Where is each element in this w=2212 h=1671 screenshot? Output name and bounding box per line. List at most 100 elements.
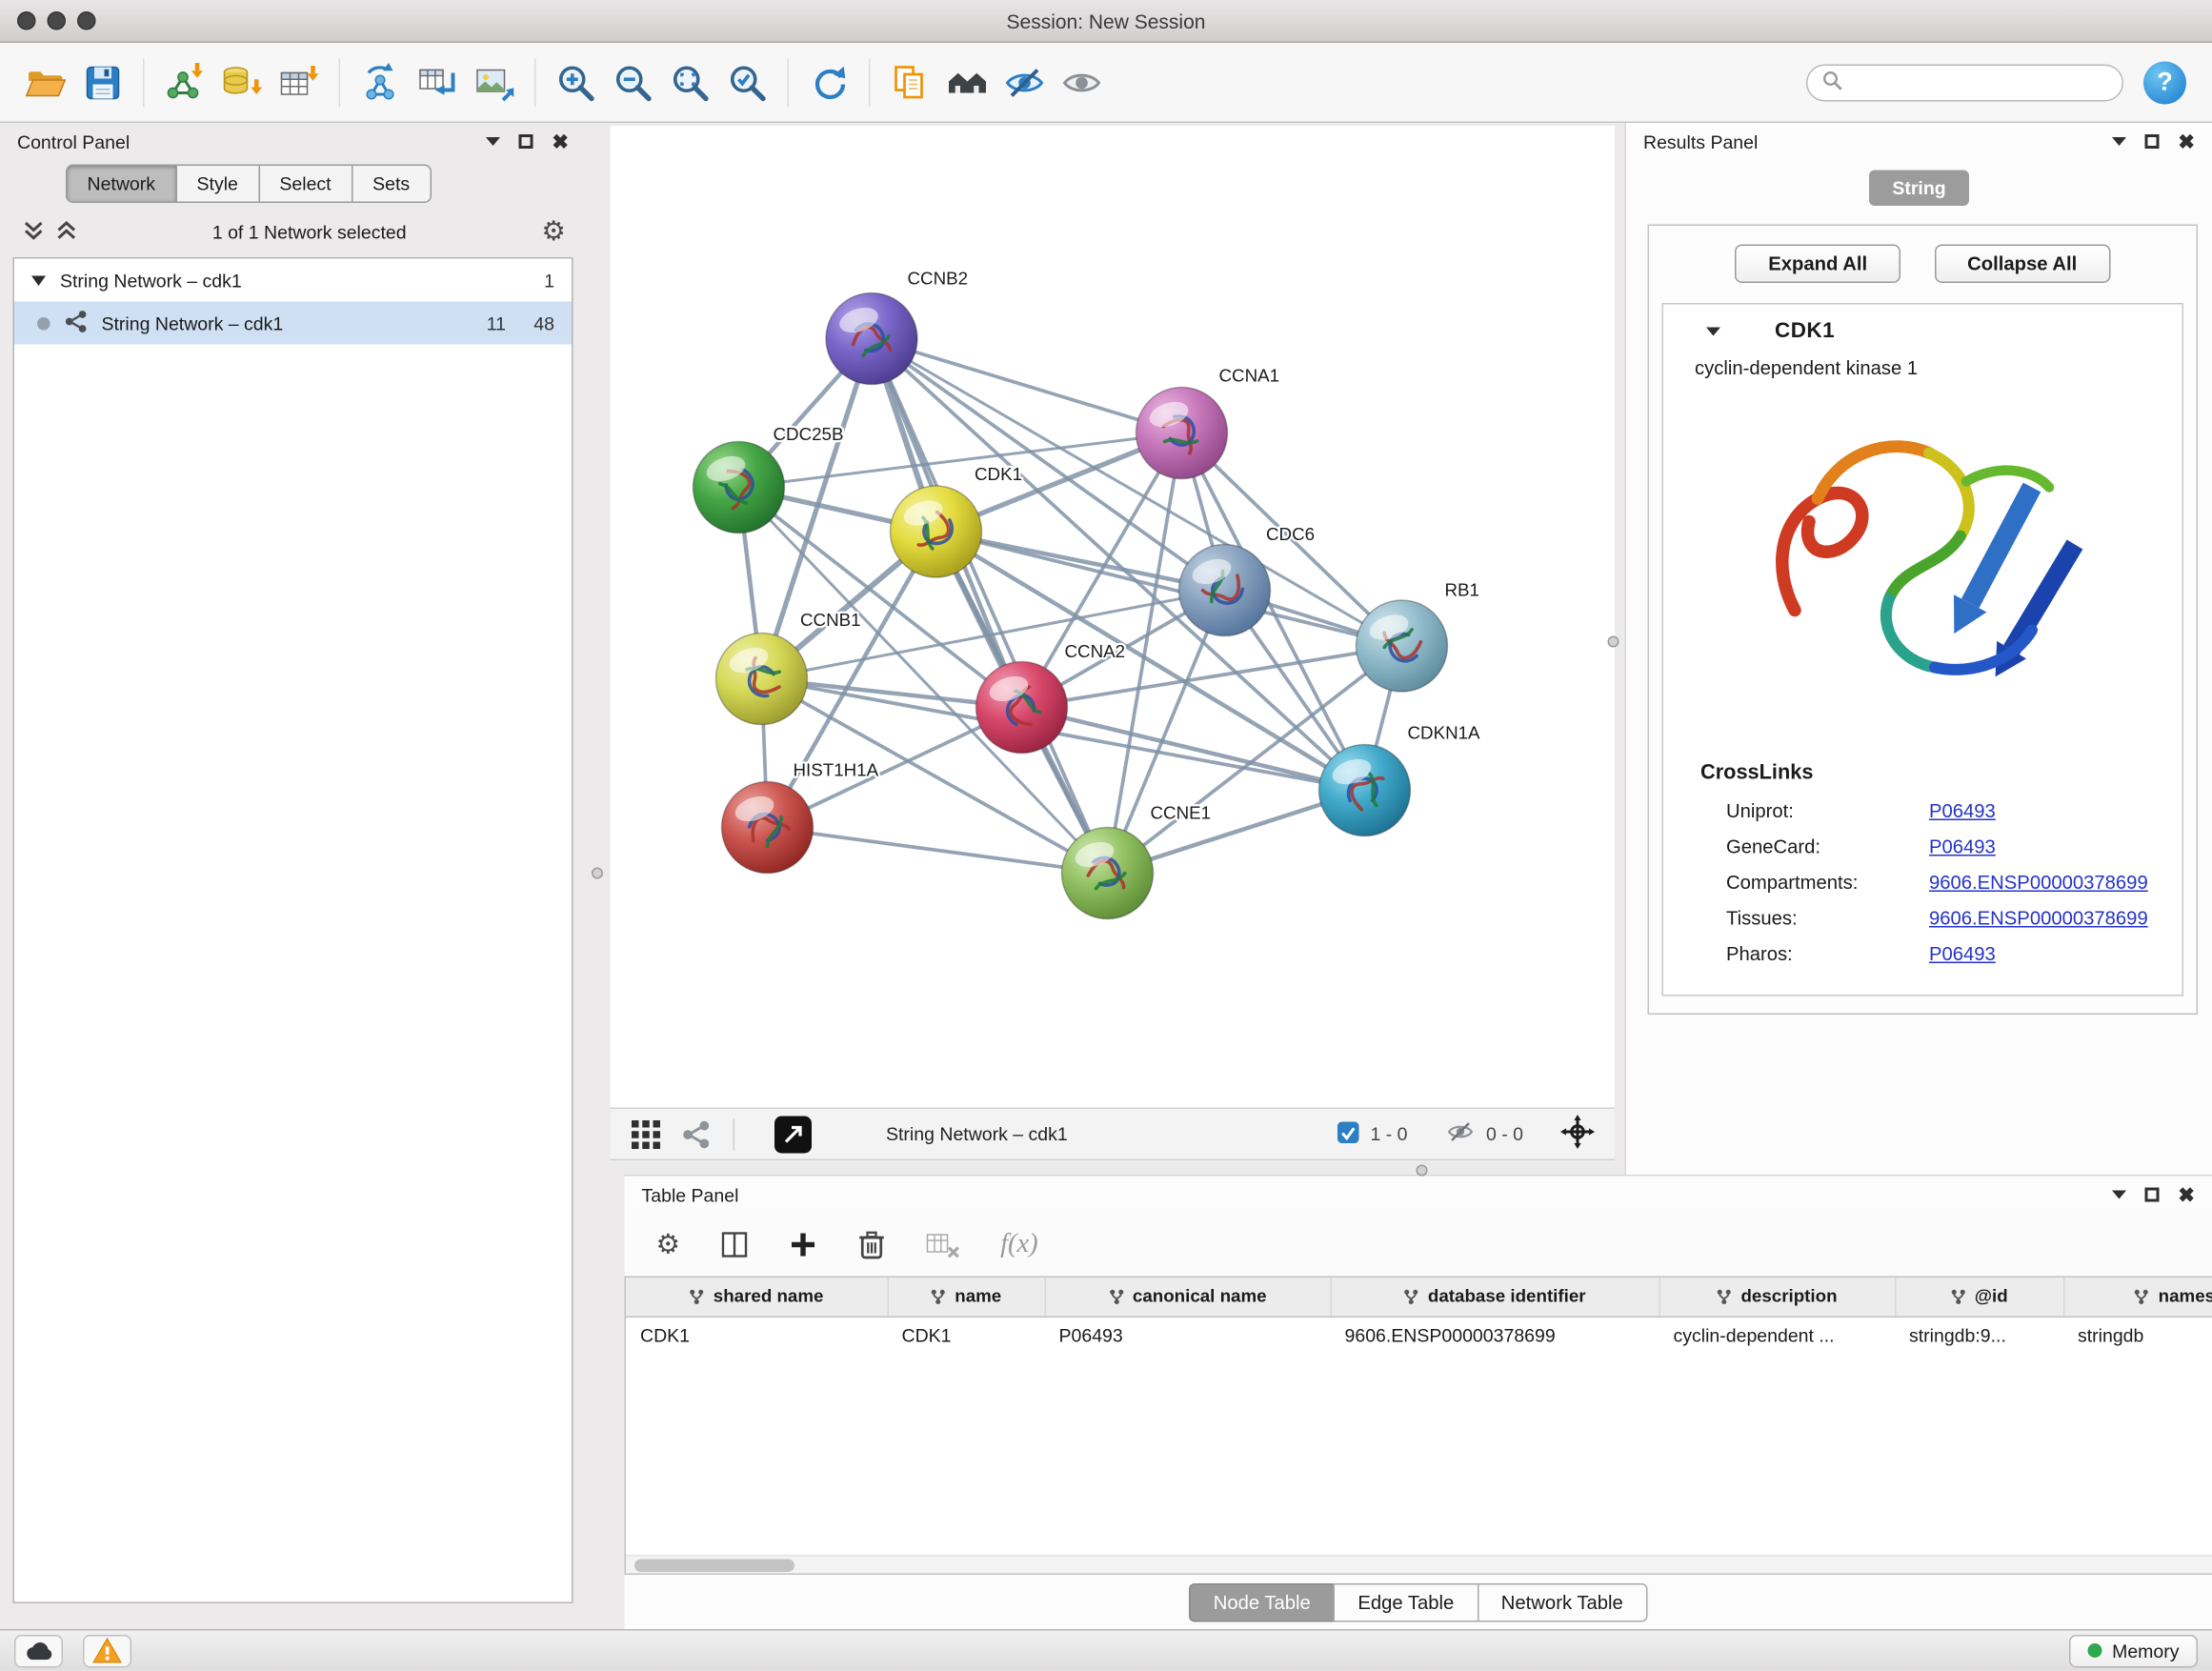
close-window-button[interactable] [17, 11, 36, 30]
cell-namespace[interactable]: stringdb [2063, 1317, 2212, 1354]
cell-database-identifier[interactable]: 9606.ENSP00000378699 [1331, 1317, 1659, 1354]
column-header-canonical-name[interactable]: canonical name [1045, 1278, 1331, 1317]
search-input[interactable] [1852, 71, 2108, 93]
tab-edge-table[interactable]: Edge Table [1334, 1583, 1478, 1622]
float-panel-icon[interactable] [2145, 134, 2160, 149]
column-header-shared-name[interactable]: shared name [626, 1278, 888, 1317]
memory-button[interactable]: Memory [2069, 1635, 2198, 1668]
right-splitter-handle[interactable] [1608, 636, 1619, 648]
cell-name[interactable]: CDK1 [888, 1317, 1045, 1354]
expand-all-networks-icon[interactable] [23, 219, 45, 247]
export-image-icon[interactable] [466, 50, 523, 113]
warnings-button[interactable] [83, 1635, 131, 1668]
tab-style[interactable]: Style [175, 165, 259, 204]
network-node-CCNA2[interactable] [976, 662, 1068, 754]
function-builder-icon[interactable]: f(x) [1000, 1229, 1038, 1260]
import-network-from-file-icon[interactable] [156, 50, 213, 113]
network-node-RB1[interactable] [1357, 600, 1448, 692]
search-box[interactable] [1806, 64, 2123, 101]
hidden-items-eye-icon[interactable] [1444, 1117, 1476, 1151]
pharos-link[interactable]: P06493 [1929, 943, 1996, 965]
zoom-fit-content-icon[interactable] [662, 50, 719, 113]
add-column-icon[interactable] [789, 1231, 817, 1259]
show-columns-icon[interactable] [720, 1231, 749, 1259]
left-splitter-handle[interactable] [592, 868, 603, 879]
network-node-CCNE1[interactable] [1062, 828, 1154, 919]
column-header-database-identifier[interactable]: database identifier [1331, 1278, 1659, 1317]
new-network-from-selection-icon[interactable] [409, 50, 466, 113]
selected-items-checkbox-icon[interactable] [1336, 1119, 1360, 1148]
column-header-id[interactable]: @id [1895, 1278, 2063, 1317]
genecard-link[interactable]: P06493 [1929, 836, 1996, 858]
column-header-description[interactable]: description [1659, 1278, 1896, 1317]
tab-select[interactable]: Select [258, 165, 352, 204]
column-header-namespace[interactable]: namespace [2063, 1278, 2212, 1317]
results-tab-string[interactable]: String [1869, 171, 1968, 207]
hide-selected-icon[interactable] [996, 50, 1054, 113]
edge-HIST1H1A-CCNE1[interactable] [768, 828, 1108, 874]
cell-description[interactable]: cyclin-dependent ... [1659, 1317, 1896, 1354]
network-node-HIST1H1A[interactable] [722, 782, 814, 874]
compartments-link[interactable]: 9606.ENSP00000378699 [1929, 872, 2148, 894]
close-panel-icon[interactable]: ✖ [2178, 131, 2195, 151]
import-table-from-file-icon[interactable] [271, 50, 328, 113]
network-options-gear-icon[interactable]: ⚙ [541, 219, 566, 247]
network-row[interactable]: String Network – cdk1 11 48 [14, 302, 572, 345]
network-node-CDC25B[interactable] [694, 442, 785, 534]
bottom-splitter-handle[interactable] [1417, 1165, 1428, 1177]
cell-canonical-name[interactable]: P06493 [1045, 1317, 1331, 1354]
zoom-out-icon[interactable] [605, 50, 662, 113]
column-header-name[interactable]: name [888, 1278, 1045, 1317]
zoom-selected-icon[interactable] [719, 50, 776, 113]
tab-network[interactable]: Network [66, 165, 177, 204]
import-network-from-database-icon[interactable] [213, 50, 271, 113]
float-panel-icon[interactable] [519, 134, 533, 149]
network-node-CCNB2[interactable] [826, 293, 917, 385]
network-node-CDC6[interactable] [1179, 545, 1271, 636]
uniprot-link[interactable]: P06493 [1929, 800, 1996, 822]
panel-menu-icon[interactable] [486, 137, 500, 146]
cloud-status-button[interactable] [14, 1635, 63, 1668]
panel-menu-icon[interactable] [2112, 137, 2126, 146]
cell-id[interactable]: stringdb:9... [1895, 1317, 2063, 1354]
show-all-icon[interactable] [1054, 50, 1111, 113]
save-session-icon[interactable] [74, 50, 131, 113]
horizontal-scrollbar[interactable] [626, 1555, 2212, 1574]
network-node-CCNA1[interactable] [1136, 388, 1228, 479]
birdseye-view-icon[interactable] [631, 1118, 662, 1150]
delete-column-icon[interactable] [857, 1229, 886, 1260]
open-in-window-button[interactable] [774, 1116, 812, 1153]
expand-all-button[interactable]: Expand All [1736, 245, 1900, 284]
scrollbar-thumb[interactable] [634, 1560, 794, 1573]
edge-CCNB2-CCNE1[interactable] [872, 339, 1108, 874]
cell-shared-name[interactable]: CDK1 [626, 1317, 888, 1354]
delete-table-icon[interactable] [926, 1231, 960, 1259]
network-snapshot-icon[interactable] [882, 50, 939, 113]
zoom-window-button[interactable] [77, 11, 96, 30]
network-node-CDK1[interactable] [891, 486, 982, 577]
network-canvas[interactable]: CCNB2CCNA1CDC25BCDK1CDC6RB1CCNB1CCNA2CDK… [611, 126, 1616, 1108]
close-panel-icon[interactable]: ✖ [2178, 1185, 2195, 1205]
network-node-CDKN1A[interactable] [1319, 745, 1411, 836]
collapse-all-button[interactable]: Collapse All [1935, 245, 2110, 284]
collapse-arrow-icon[interactable] [31, 275, 46, 286]
edge-CCNB2-CCNA1[interactable] [872, 339, 1182, 433]
panel-menu-icon[interactable] [2112, 1191, 2126, 1199]
collapse-all-networks-icon[interactable] [56, 219, 78, 247]
open-session-icon[interactable] [17, 50, 74, 113]
tab-node-table[interactable]: Node Table [1189, 1583, 1335, 1622]
tab-sets[interactable]: Sets [352, 165, 432, 204]
tab-network-table[interactable]: Network Table [1477, 1583, 1647, 1622]
close-panel-icon[interactable]: ✖ [552, 131, 569, 151]
minimize-window-button[interactable] [48, 11, 67, 30]
collapse-section-icon[interactable] [1706, 327, 1720, 335]
float-panel-icon[interactable] [2145, 1188, 2160, 1202]
first-neighbors-icon[interactable] [939, 50, 996, 113]
table-options-gear-icon[interactable]: ⚙ [656, 1231, 681, 1258]
new-network-icon[interactable] [352, 50, 409, 113]
zoom-in-icon[interactable] [548, 50, 605, 113]
apply-layout-icon[interactable] [800, 50, 857, 113]
network-node-CCNB1[interactable] [716, 634, 808, 725]
help-button[interactable]: ? [2143, 61, 2186, 104]
network-collection-row[interactable]: String Network – cdk1 1 [14, 259, 572, 302]
